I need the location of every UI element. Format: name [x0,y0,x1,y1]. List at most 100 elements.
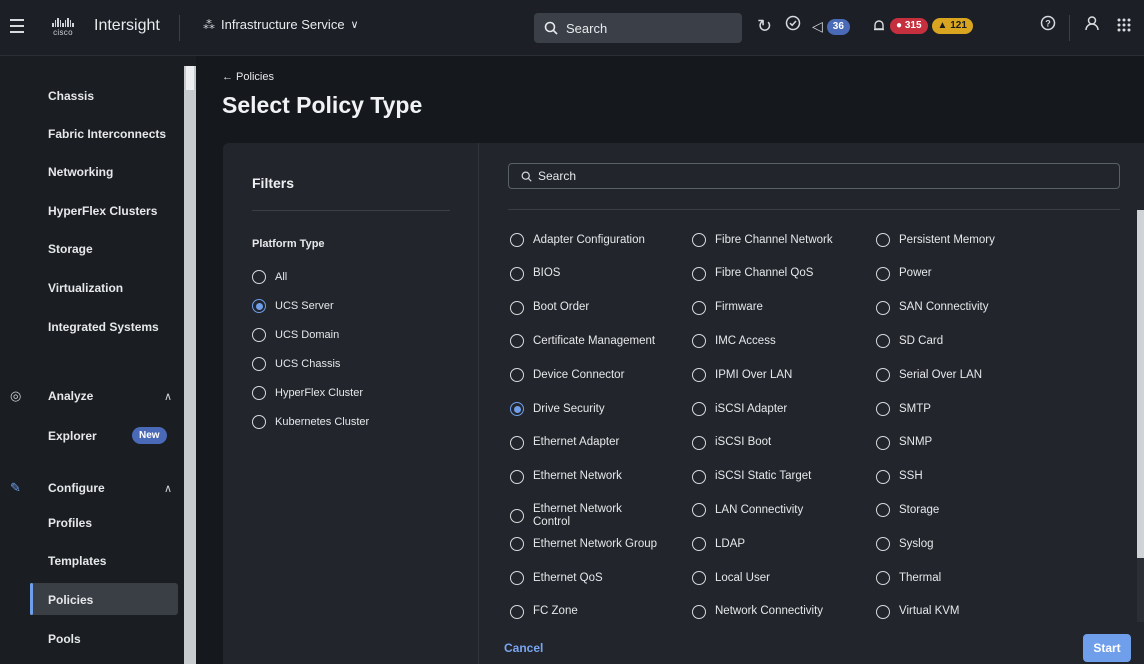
radio-button[interactable] [510,368,524,383]
radio-button[interactable] [692,334,706,349]
apps-grid-icon[interactable] [1117,18,1131,32]
sidebar-item-hyperflex-clusters[interactable]: HyperFlex Clusters [48,204,157,218]
radio-button[interactable] [692,435,706,450]
radio-button[interactable] [692,469,706,484]
policy-option-boot-order[interactable]: Boot Order [510,300,680,315]
radio-button[interactable] [252,357,266,371]
policy-option-sd-card[interactable]: SD Card [876,334,1046,349]
sidebar-item-chassis[interactable]: Chassis [48,89,94,103]
policy-option-ssh[interactable]: SSH [876,469,1046,484]
policy-option-drive-security[interactable]: Drive Security [510,402,680,416]
policy-option-smtp[interactable]: SMTP [876,402,1046,416]
radio-button[interactable] [252,328,266,342]
policy-option-snmp[interactable]: SNMP [876,435,1046,450]
cancel-button[interactable]: Cancel [504,641,543,655]
sidebar-scrollbar-thumb[interactable] [186,66,194,90]
policy-option-device-connector[interactable]: Device Connector [510,368,680,383]
check-circle-icon[interactable] [785,15,801,31]
radio-button[interactable] [510,402,524,416]
sidebar-item-storage[interactable]: Storage [48,242,93,256]
radio-button[interactable] [692,571,706,585]
radio-button[interactable] [510,604,524,619]
policy-option-persistent-memory[interactable]: Persistent Memory [876,233,1046,247]
policy-option-ethernet-network-control[interactable]: Ethernet Network Control [510,503,680,529]
policy-option-firmware[interactable]: Firmware [692,300,862,315]
policy-option-storage[interactable]: Storage [876,503,1046,518]
announcements-button[interactable]: ◁ 36 [812,18,850,35]
policy-option-power[interactable]: Power [876,266,1046,281]
policy-option-iscsi-boot[interactable]: iSCSI Boot [692,435,862,450]
policy-option-ethernet-adapter[interactable]: Ethernet Adapter [510,435,680,450]
radio-button[interactable] [510,300,524,315]
radio-button[interactable] [510,469,524,484]
policy-option-virtual-kvm[interactable]: Virtual KVM [876,604,1046,619]
sidebar-section-analyze[interactable]: ◎ Analyze ∧ [10,388,180,404]
sidebar-item-networking[interactable]: Networking [48,165,113,179]
sidebar-scrollbar[interactable] [184,66,196,664]
hamburger-menu-icon[interactable] [10,19,24,33]
policy-option-iscsi-adapter[interactable]: iSCSI Adapter [692,402,862,416]
radio-button[interactable] [692,604,706,619]
radio-button[interactable] [876,604,890,619]
radio-button[interactable] [692,537,706,552]
platform-type-option-kubernetes-cluster[interactable]: Kubernetes Cluster [252,415,369,429]
sidebar-section-configure[interactable]: ✎ Configure ∧ [10,480,180,496]
radio-button[interactable] [510,435,524,450]
radio-button[interactable] [252,415,266,429]
policy-option-ldap[interactable]: LDAP [692,537,862,552]
platform-type-option-hyperflex-cluster[interactable]: HyperFlex Cluster [252,386,363,400]
radio-button[interactable] [252,270,266,284]
radio-button[interactable] [876,233,890,247]
policy-option-serial-over-lan[interactable]: Serial Over LAN [876,368,1046,383]
policy-option-thermal[interactable]: Thermal [876,571,1046,585]
refresh-icon[interactable]: ↻ [757,16,772,37]
policy-option-fibre-channel-qos[interactable]: Fibre Channel QoS [692,266,862,281]
radio-button[interactable] [876,402,890,416]
policy-option-fc-zone[interactable]: FC Zone [510,604,680,619]
global-search-input[interactable]: Search [534,13,742,43]
policy-option-ipmi-over-lan[interactable]: IPMI Over LAN [692,368,862,383]
sidebar-item-integrated-systems[interactable]: Integrated Systems [48,320,159,334]
radio-button[interactable] [876,503,890,518]
alarms-button[interactable]: ● 315 ▲ 121 [872,18,973,34]
platform-type-option-ucs-domain[interactable]: UCS Domain [252,328,339,342]
radio-button[interactable] [692,402,706,416]
service-selector[interactable]: ⁂ Infrastructure Service ∨ [203,17,359,32]
radio-button[interactable] [692,266,706,281]
policy-option-fibre-channel-network[interactable]: Fibre Channel Network [692,233,862,247]
user-icon[interactable] [1084,15,1100,31]
policy-option-san-connectivity[interactable]: SAN Connectivity [876,300,1046,315]
help-icon[interactable]: ? [1040,15,1056,31]
breadcrumb-policies[interactable]: ← Policies [222,71,274,83]
policy-option-network-connectivity[interactable]: Network Connectivity [692,604,862,619]
policy-option-certificate-management[interactable]: Certificate Management [510,334,680,349]
radio-button[interactable] [876,435,890,450]
radio-button[interactable] [252,386,266,400]
radio-button[interactable] [876,300,890,315]
policy-option-iscsi-static-target[interactable]: iSCSI Static Target [692,469,862,484]
radio-button[interactable] [876,537,890,552]
policy-option-ethernet-network-group[interactable]: Ethernet Network Group [510,537,680,552]
platform-type-option-all[interactable]: All [252,270,287,284]
start-button[interactable]: Start [1083,634,1131,662]
sidebar-item-policies[interactable]: Policies [48,593,93,607]
radio-button[interactable] [510,509,524,524]
policy-option-ethernet-qos[interactable]: Ethernet QoS [510,571,680,585]
platform-type-option-ucs-server[interactable]: UCS Server [252,299,334,313]
platform-type-option-ucs-chassis[interactable]: UCS Chassis [252,357,340,371]
policy-list-scrollbar-thumb[interactable] [1137,210,1144,558]
radio-button[interactable] [876,368,890,383]
sidebar-item-pools[interactable]: Pools [48,632,81,646]
radio-button[interactable] [692,233,706,247]
policy-option-lan-connectivity[interactable]: LAN Connectivity [692,503,862,518]
radio-button[interactable] [510,537,524,552]
radio-button[interactable] [510,266,524,281]
sidebar-item-explorer[interactable]: Explorer [48,429,97,443]
policy-option-bios[interactable]: BIOS [510,266,680,281]
policy-option-adapter-configuration[interactable]: Adapter Configuration [510,233,680,247]
radio-button[interactable] [692,300,706,315]
policy-option-local-user[interactable]: Local User [692,571,862,585]
radio-button[interactable] [692,503,706,518]
radio-button[interactable] [252,299,266,313]
sidebar-item-templates[interactable]: Templates [48,554,106,568]
